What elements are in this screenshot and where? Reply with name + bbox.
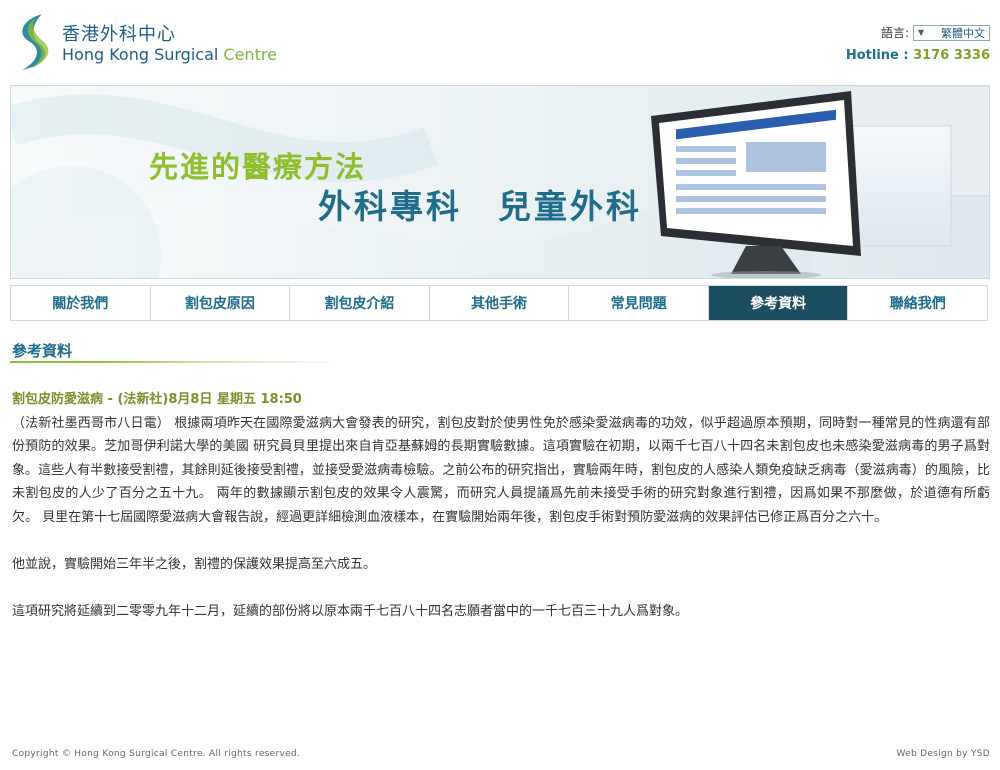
article-body: （法新社墨西哥市八日電） 根據兩項昨天在國際愛滋病大會發表的研究，割包皮對於使男… bbox=[12, 412, 990, 624]
nav-item-about-us[interactable]: 關於我們 bbox=[11, 286, 151, 320]
nav-item-circumcision-intro[interactable]: 割包皮介紹 bbox=[290, 286, 430, 320]
article-paragraph: （法新社墨西哥市八日電） 根據兩項昨天在國際愛滋病大會發表的研究，割包皮對於使男… bbox=[12, 416, 990, 525]
nav-item-circumcision-reasons[interactable]: 割包皮原因 bbox=[151, 286, 291, 320]
nav-item-faq[interactable]: 常見問題 bbox=[569, 286, 709, 320]
nav-item-other-surgery[interactable]: 其他手術 bbox=[430, 286, 570, 320]
section-divider bbox=[10, 361, 340, 363]
language-select[interactable]: ▼ 繁體中文 bbox=[913, 24, 990, 41]
footer-copyright: Copyright © Hong Kong Surgical Centre. A… bbox=[12, 749, 301, 759]
logo-mark-icon bbox=[22, 14, 49, 70]
language-switcher: 語言: ▼ 繁體中文 bbox=[881, 24, 990, 41]
banner-tagline-secondary: 外科專科 兒童外科 bbox=[318, 187, 642, 226]
hotline-number: 3176 3336 bbox=[913, 48, 990, 63]
article-title: 割包皮防愛滋病 - (法新社)8月8日 星期五 18:50 bbox=[12, 392, 302, 407]
page-header: 香港外科中心 Hong Kong Surgical Centre 語言: ▼ 繁… bbox=[0, 0, 1000, 84]
nav-item-references[interactable]: 參考資料 bbox=[708, 286, 849, 320]
article-paragraph: 這項研究將延續到二零零九年十二月，延續的部份將以原本兩千七百八十四名志願者當中的… bbox=[12, 604, 689, 620]
language-label: 語言: bbox=[880, 26, 909, 40]
article-paragraph: 他並說，實驗開始三年半之後，割禮的保護效果提高至六成五。 bbox=[12, 557, 377, 573]
language-selected: 繁體中文 bbox=[941, 26, 985, 40]
logo-name-en-main: Hong Kong Surgical bbox=[62, 45, 224, 64]
hero-banner: 先進的醫療方法 外科專科 兒童外科 bbox=[10, 85, 990, 279]
nav-item-contact-us[interactable]: 聯絡我們 bbox=[848, 286, 987, 320]
logo-name-zh: 香港外科中心 bbox=[62, 24, 176, 45]
main-nav: 關於我們 割包皮原因 割包皮介紹 其他手術 常見問題 參考資料 聯絡我們 bbox=[10, 285, 988, 321]
hotline: Hotline : 3176 3336 bbox=[846, 48, 990, 63]
logo-name-en: Hong Kong Surgical Centre bbox=[62, 45, 277, 64]
chevron-down-icon: ▼ bbox=[918, 28, 925, 37]
site-logo[interactable]: 香港外科中心 Hong Kong Surgical Centre bbox=[12, 12, 312, 72]
footer-credit[interactable]: Web Design by YSD bbox=[896, 749, 990, 759]
hotline-label: Hotline : bbox=[845, 48, 914, 63]
logo-name-en-accent: Centre bbox=[223, 45, 277, 64]
section-title: 參考資料 bbox=[12, 342, 73, 360]
